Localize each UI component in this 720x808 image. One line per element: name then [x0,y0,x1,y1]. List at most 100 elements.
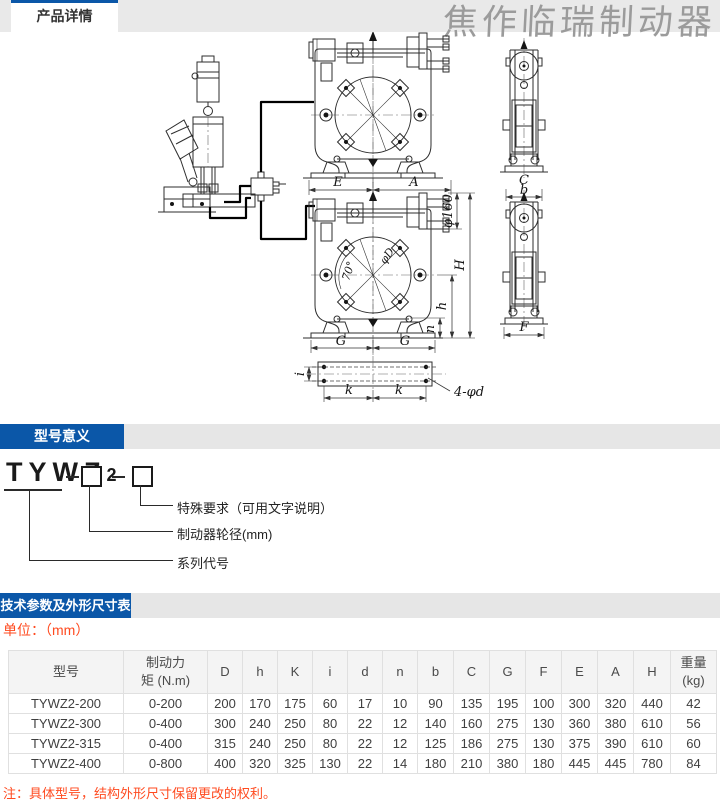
column-header: d [348,651,383,694]
table-cell: TYWZ2-400 [9,754,124,774]
table-cell: 42 [671,694,717,714]
table-cell: 250 [278,714,313,734]
table-cell: 17 [348,694,383,714]
table-row: TYWZ2-4000-80040032032513022141802103801… [9,754,717,774]
table-cell: 780 [634,754,671,774]
leader-wheel-h [89,531,173,532]
table-cell: TYWZ2-200 [9,694,124,714]
dim-label-bolt-holes: 4-φd [453,385,484,400]
tab-product-details[interactable]: 产品详情 [11,0,118,32]
column-header: A [598,651,634,694]
table-cell: 445 [562,754,598,774]
side-view-lower [500,190,548,330]
column-header: n [383,651,418,694]
table-cell: 180 [526,754,562,774]
leader-series-v [29,491,30,560]
column-header: h [243,651,278,694]
leader-series-h [29,560,173,561]
table-cell: 610 [634,734,671,754]
table-cell: 12 [383,734,418,754]
dim-label-h: h [435,302,450,310]
product-detail-page: 产品详情 焦作临瑞制动器 [0,0,720,808]
dim-label-n: n [423,325,438,333]
dim-label-a: A [408,175,418,190]
front-view-lower [303,191,449,343]
table-row: TYWZ2-3150-40031524025080221212518627513… [9,734,717,754]
model-meaning-diagram: TYWZ2 特殊要求（可用文字说明） 制动器轮径(mm) 系列代号 [0,449,720,593]
base-plate-figure [304,356,450,402]
table-cell: 22 [348,714,383,734]
dim-label-i: i [293,372,308,376]
dim-label-e: E [332,175,343,190]
table-cell: 200 [208,694,243,714]
dim-label-g2: G [400,334,410,349]
table-cell: 610 [634,714,671,734]
tab-label: 产品详情 [37,8,93,24]
column-header: C [454,651,490,694]
column-header: E [562,651,598,694]
table-cell: 380 [490,754,526,774]
dash-2 [112,476,125,478]
table-cell: 60 [313,694,348,714]
table-cell: 14 [383,754,418,774]
table-cell: 10 [383,694,418,714]
table-cell: 12 [383,714,418,734]
pedal-pump-assembly [158,56,315,239]
column-header: D [208,651,243,694]
table-cell: 170 [243,694,278,714]
table-row: TYWZ2-2000-20020017017560171090135195100… [9,694,717,714]
table-cell: 22 [348,754,383,774]
table-cell: 100 [526,694,562,714]
table-cell: 360 [562,714,598,734]
dim-label-f: F [518,320,529,335]
table-cell: 375 [562,734,598,754]
dim-label-phiD: φD [377,245,397,266]
table-cell: 135 [454,694,490,714]
table-cell: 380 [598,714,634,734]
technical-drawing: E A φD 70° φ160 H h n G G [0,32,720,424]
leader-wheel-v [89,485,90,531]
section-bar-specs: 技术参数及外形尺寸表 [0,593,720,618]
table-cell: 300 [208,714,243,734]
section-bar-model-meaning: 型号意义 [0,424,720,449]
dim-label-H: H [453,259,468,272]
section-title-specs: 技术参数及外形尺寸表 [0,593,131,618]
label-wheel-diameter: 制动器轮径(mm) [177,524,272,543]
series-underline [4,489,62,491]
table-cell: 84 [671,754,717,774]
table-cell: 275 [490,714,526,734]
table-cell: 320 [598,694,634,714]
table-cell: 22 [348,734,383,754]
table-cell: 180 [418,754,454,774]
table-cell: 140 [418,714,454,734]
section-title-model-meaning: 型号意义 [0,424,124,449]
table-cell: 390 [598,734,634,754]
dim-label-g1: G [336,334,346,349]
table-cell: 90 [418,694,454,714]
dim-label-angle: 70° [339,260,357,283]
table-cell: 210 [454,754,490,774]
model-box-special [132,466,153,487]
column-header: F [526,651,562,694]
table-cell: 125 [418,734,454,754]
table-header-row: 型号制动力 矩 (N.m)DhKidnbCGFEAH重量 (kg) [9,651,717,694]
table-cell: 130 [313,754,348,774]
column-header: 重量 (kg) [671,651,717,694]
column-header: i [313,651,348,694]
column-header: 制动力 矩 (N.m) [124,651,208,694]
table-row: TYWZ2-3000-40030024025080221214016027513… [9,714,717,734]
label-series-code: 系列代号 [177,553,229,572]
table-cell: 130 [526,714,562,734]
table-cell: 160 [454,714,490,734]
model-box-wheel-dia [81,466,102,487]
table-cell: 130 [526,734,562,754]
column-header: b [418,651,454,694]
table-cell: 186 [454,734,490,754]
column-header: K [278,651,313,694]
leader-special-h [140,505,173,506]
leader-special-v [140,485,141,505]
table-cell: 175 [278,694,313,714]
label-special-requirements: 特殊要求（可用文字说明） [177,498,333,517]
table-cell: 440 [634,694,671,714]
table-cell: 56 [671,714,717,734]
